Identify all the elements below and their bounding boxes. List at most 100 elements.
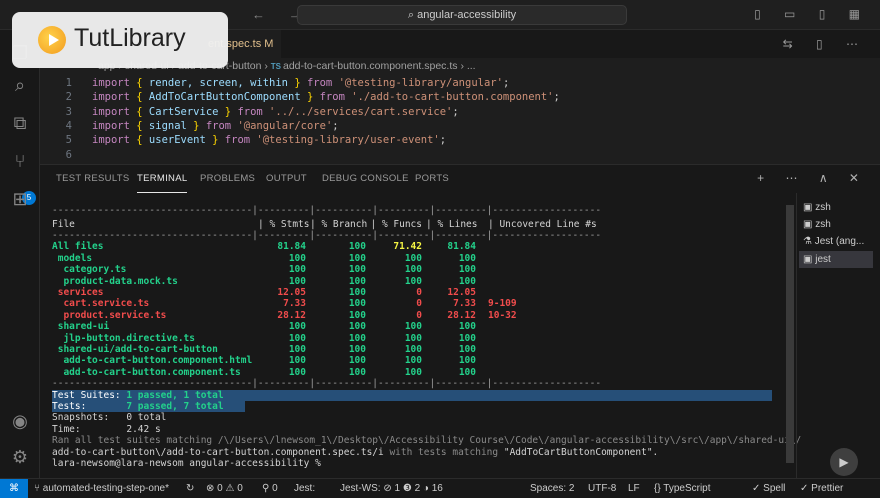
- code-editor[interactable]: 1 import { render, screen, within } from …: [40, 74, 880, 164]
- code-token: ;: [502, 77, 510, 89]
- coverage-separator: -----------------------------------|----…: [52, 378, 602, 390]
- code-token: import: [92, 77, 137, 89]
- search-icon: ⌕: [407, 9, 418, 21]
- coverage-cell: 100: [348, 366, 366, 378]
- coverage-row: jlp-button.directive.ts 100 100 100 100: [52, 333, 586, 344]
- files-icon[interactable]: ⧉: [9, 112, 31, 134]
- coverage-cell: | % Funcs: [370, 218, 422, 230]
- coverage-cell: 100: [404, 355, 422, 367]
- coverage-row: add-to-cart-button.component.html 100 100 1…: [52, 355, 586, 366]
- ran-line: add-to-cart-button\/add-to-cart-button.c…: [52, 446, 659, 458]
- code-token: from: [306, 77, 339, 89]
- tab-debug-console[interactable]: DEBUG CONSOLE: [322, 165, 409, 193]
- tab-test-results[interactable]: TEST RESULTS: [56, 165, 129, 193]
- breadcrumb-file[interactable]: add-to-cart-button.component.spec.ts: [283, 60, 458, 72]
- sync-icon[interactable]: ↻: [186, 479, 194, 498]
- jest-status[interactable]: Jest:: [294, 479, 315, 498]
- code-token: '@angular/core': [237, 119, 333, 132]
- play-overlay-icon[interactable]: ▶: [830, 448, 858, 476]
- coverage-cell: 100: [404, 332, 422, 344]
- code-token: '../../services/cart.service': [269, 105, 453, 118]
- prettier-status[interactable]: ✓ Prettier: [800, 479, 843, 498]
- coverage-cell: add-to-cart-button.component.ts: [52, 366, 241, 378]
- extensions-icon[interactable]: ⊞: [9, 188, 31, 210]
- remote-icon[interactable]: ⌘: [0, 479, 28, 498]
- encoding-status[interactable]: UTF-8: [588, 479, 616, 498]
- code-line[interactable]: 4 import { signal } from '@angular/core';: [40, 119, 339, 133]
- coverage-cell: 100: [458, 264, 476, 276]
- search-icon[interactable]: ⌕: [9, 74, 31, 96]
- layout-icons[interactable]: ▯ ▭ ▯ ▦: [754, 7, 870, 21]
- coverage-cell: [480, 241, 586, 252]
- coverage-cell: 100: [404, 252, 422, 264]
- branch-status[interactable]: ⑂ automated-testing-step-one*: [34, 479, 169, 498]
- panel-actions[interactable]: + ⋯ ∧ ✕: [757, 171, 868, 185]
- coverage-cell: [480, 333, 586, 344]
- coverage-cell: All files: [52, 241, 104, 253]
- indent-status[interactable]: Spaces: 2: [530, 479, 574, 498]
- status-bar: ⌘ ⑂ automated-testing-step-one* ↻ ⊗ 0 ⚠ …: [0, 478, 880, 498]
- coverage-cell: services: [52, 287, 104, 299]
- coverage-row: models 100 100 100 100: [52, 253, 586, 264]
- coverage-cell: 100: [288, 321, 306, 333]
- tab-ports[interactable]: PORTS: [415, 165, 449, 193]
- terminal-item[interactable]: ▣ zsh: [803, 199, 831, 216]
- code-line[interactable]: 1 import { render, screen, within } from …: [40, 76, 510, 90]
- code-token: AddToCartButtonComponent: [148, 91, 301, 104]
- problems-status[interactable]: ⊗ 0 ⚠ 0: [206, 479, 243, 498]
- coverage-cell: 100: [404, 264, 422, 276]
- editor-actions[interactable]: ⇆ ▯ ⋯: [783, 37, 868, 51]
- coverage-cell: 100: [348, 275, 366, 287]
- settings-gear-icon[interactable]: ⚙: [9, 446, 31, 468]
- coverage-cell: File: [52, 218, 75, 230]
- ran-line: Ran all test suites matching /\/Users\/l…: [52, 435, 802, 447]
- terminal-item[interactable]: ⚗ Jest (ang...: [803, 233, 864, 250]
- tests-summary: Tests: 7 passed, 7 total: [52, 401, 245, 413]
- ports-status[interactable]: ⚲ 0: [262, 479, 278, 498]
- eol-status[interactable]: LF: [628, 479, 640, 498]
- tab-terminal[interactable]: TERMINAL: [137, 165, 188, 193]
- coverage-cell: 28.12: [277, 309, 306, 321]
- coverage-cell: 100: [404, 275, 422, 287]
- spell-status[interactable]: ✓ Spell: [752, 479, 785, 498]
- coverage-cell: 12.05: [447, 287, 476, 299]
- tab-problems[interactable]: PROBLEMS: [200, 165, 255, 193]
- terminal-scrollbar[interactable]: [786, 205, 794, 463]
- coverage-cell: 0: [416, 287, 422, 299]
- command-center[interactable]: ⌕ angular-accessibility: [297, 5, 627, 25]
- coverage-row: shared-ui/add-to-cart-button 100 100 100 100: [52, 344, 586, 355]
- coverage-cell: 100: [288, 344, 306, 356]
- code-line[interactable]: 3 import { CartService } from '../../serv…: [40, 105, 459, 119]
- terminal-list: ▣ zsh ▣ zsh ⚗ Jest (ang... ▣ jest: [796, 193, 880, 479]
- terminal-output[interactable]: -----------------------------------|----…: [52, 205, 801, 477]
- coverage-cell: 100: [348, 332, 366, 344]
- coverage-cell: 100: [404, 366, 422, 378]
- line-number: 2: [65, 91, 72, 104]
- code-line[interactable]: 2 import { AddToCartButtonComponent } fro…: [40, 90, 560, 104]
- terminal-item[interactable]: ▣ zsh: [803, 216, 831, 233]
- code-token: CartService: [148, 105, 219, 118]
- jest-ws-status[interactable]: Jest-WS: ⊘ 1 ❸ 2 ◑ 16: [340, 479, 443, 498]
- coverage-cell: 100: [348, 355, 366, 367]
- coverage-cell: 100: [348, 287, 366, 299]
- coverage-cell: 100: [288, 264, 306, 276]
- coverage-cell: 100: [348, 298, 366, 310]
- coverage-cell: 100: [348, 344, 366, 356]
- coverage-cell: 28.12: [447, 309, 476, 321]
- coverage-row: All files 81.84 100 71.42 81.84: [52, 241, 586, 252]
- tab-output[interactable]: OUTPUT: [266, 165, 307, 193]
- code-token: }: [186, 119, 206, 132]
- source-control-icon[interactable]: ⑂: [9, 150, 31, 172]
- account-icon[interactable]: ◉: [9, 410, 31, 432]
- coverage-cell: 9-109: [488, 298, 517, 310]
- breadcrumb-more[interactable]: › ...: [460, 60, 475, 72]
- code-token: import: [92, 119, 137, 132]
- code-token: }: [300, 91, 320, 104]
- code-token: from: [319, 91, 352, 104]
- code-line[interactable]: 5 import { userEvent } from '@testing-lib…: [40, 133, 446, 147]
- coverage-cell: 71.42: [393, 241, 422, 253]
- terminal-item[interactable]: ▣ jest: [799, 251, 873, 268]
- coverage-cell: 100: [288, 252, 306, 264]
- code-line[interactable]: 6: [40, 148, 92, 162]
- language-status[interactable]: {} TypeScript: [654, 479, 711, 498]
